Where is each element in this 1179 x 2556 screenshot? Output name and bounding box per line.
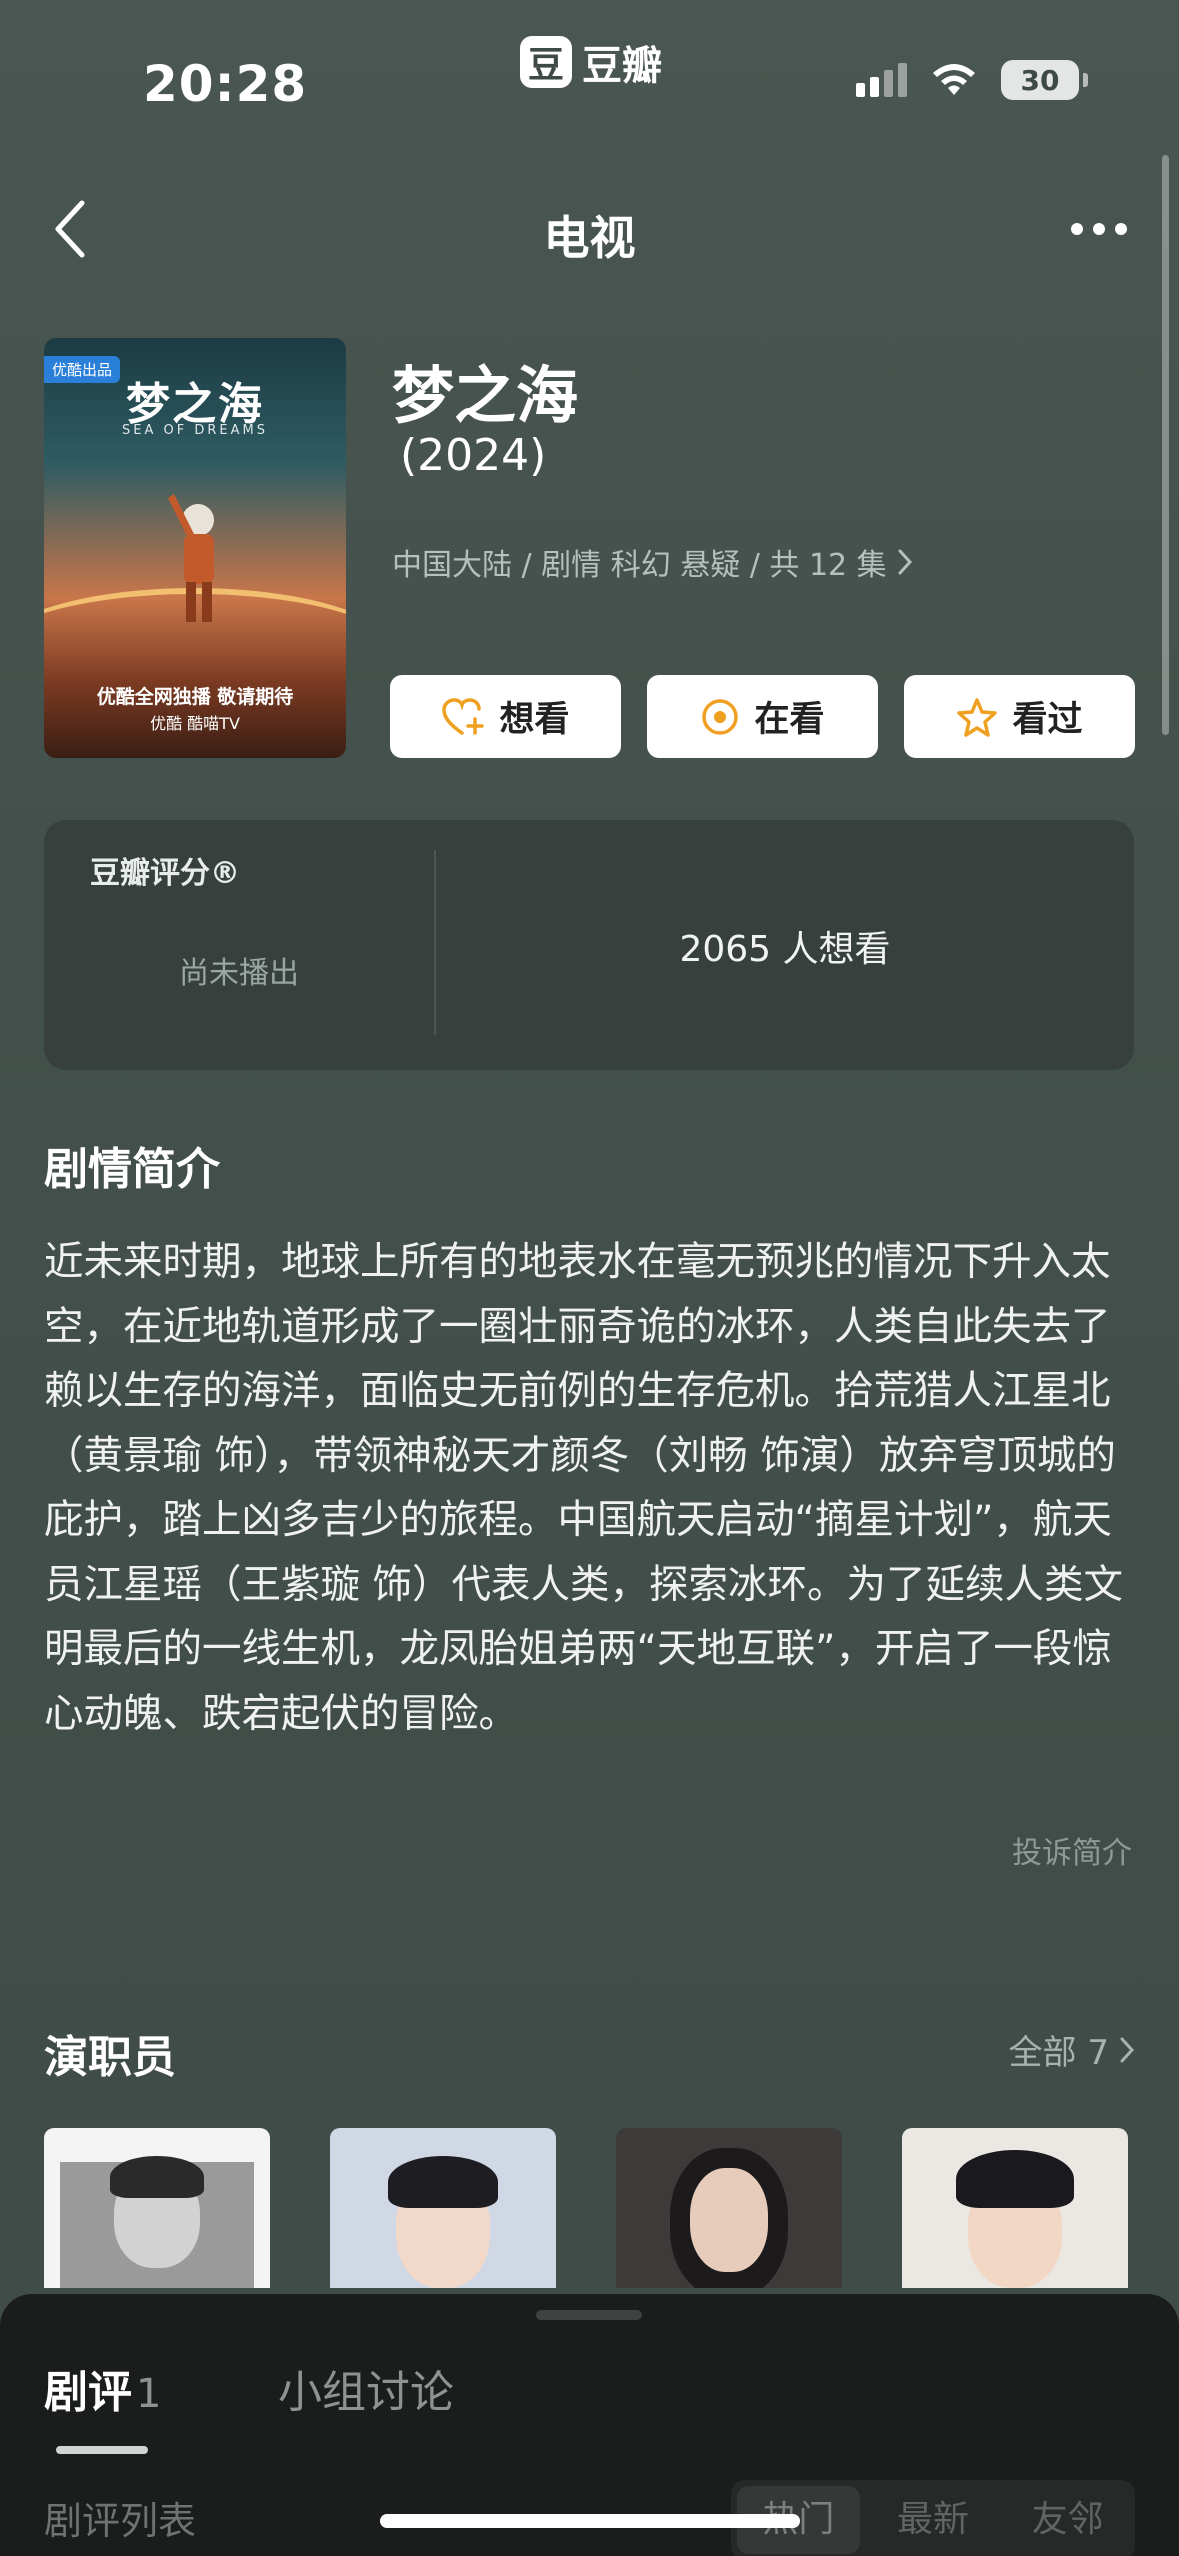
watched-button[interactable]: 看过 xyxy=(904,675,1135,758)
watched-label: 看过 xyxy=(1012,700,1083,740)
cast-photo[interactable] xyxy=(44,2128,270,2288)
cast-all-label: 全部 7 xyxy=(1008,2033,1109,2073)
wifi-icon xyxy=(933,64,975,95)
tab-reviews-count: 1 xyxy=(136,2371,162,2417)
show-meta-text: 中国大陆 / 剧情 科幻 悬疑 / 共 12 集 xyxy=(392,548,887,583)
tab-group-discussion[interactable]: 小组讨论 xyxy=(278,2356,454,2420)
chevron-right-icon xyxy=(1120,2037,1135,2062)
more-dot-icon xyxy=(1071,223,1083,235)
synopsis-title: 剧情简介 xyxy=(44,1144,220,1195)
watching-label: 在看 xyxy=(754,700,825,740)
sort-latest[interactable]: 最新 xyxy=(872,2486,995,2554)
sort-friends[interactable]: 友邻 xyxy=(1006,2486,1129,2554)
brand[interactable]: 豆 豆瓣 xyxy=(520,34,662,90)
tab-reviews[interactable]: 剧评 1 xyxy=(44,2356,161,2420)
page-title: 电视 xyxy=(543,211,636,265)
battery-icon: 30 xyxy=(1001,60,1088,100)
watching-button[interactable]: 在看 xyxy=(647,675,878,758)
page: 20:28 豆 豆瓣 30 电视 优酷出品 梦之海 SEA OF DREAMS … xyxy=(0,0,1179,2556)
show-meta[interactable]: 中国大陆 / 剧情 科幻 悬疑 / 共 12 集 xyxy=(392,540,913,584)
status-bar: 20:28 豆 豆瓣 30 xyxy=(0,0,1179,150)
brand-name: 豆瓣 xyxy=(582,43,662,89)
cast-title: 演职员 xyxy=(44,2032,176,2083)
status-icons: 30 xyxy=(856,60,1088,100)
more-button[interactable] xyxy=(1059,194,1139,264)
more-dot-icon xyxy=(1115,223,1127,235)
synopsis-text: 近未来时期，地球上所有的地表水在毫无预兆的情况下升入太空，在近地轨道形成了一圈壮… xyxy=(44,1239,1124,1737)
nav-bar: 电视 xyxy=(0,180,1179,280)
report-synopsis-link[interactable]: 投诉简介 xyxy=(1012,1828,1132,1872)
tab-indicator xyxy=(56,2446,148,2454)
target-icon xyxy=(702,698,739,735)
review-list-label: 剧评列表 xyxy=(44,2499,197,2543)
poster-image[interactable]: 优酷出品 梦之海 SEA OF DREAMS 优酷全网独播 敬请期待 优酷 酷喵… xyxy=(44,338,346,758)
cast-photo[interactable] xyxy=(616,2128,842,2288)
cast-photo[interactable] xyxy=(902,2128,1128,2288)
cast-photo[interactable] xyxy=(330,2128,556,2288)
cast-all-link[interactable]: 全部 7 xyxy=(1009,2025,1135,2074)
rating-label: 豆瓣评分® xyxy=(90,856,240,891)
poster-tagline: 优酷全网独播 敬请期待 xyxy=(96,686,294,708)
rating-status: 尚未播出 xyxy=(179,956,299,991)
poster-platforms: 优酷 酷喵TV xyxy=(150,714,240,733)
astronaut-figure xyxy=(168,494,214,622)
star-icon xyxy=(957,697,998,737)
want-to-watch-button[interactable]: 想看 xyxy=(390,675,621,758)
tab-reviews-label: 剧评 xyxy=(44,2367,132,2418)
douban-logo-icon: 豆 xyxy=(520,36,572,88)
want-label: 想看 xyxy=(499,700,570,740)
rating-card[interactable]: 豆瓣评分® 尚未播出 2065 人想看 xyxy=(44,820,1134,1070)
sheet-grabber[interactable] xyxy=(536,2310,642,2320)
show-title: 梦之海 xyxy=(392,359,579,432)
heart-plus-icon xyxy=(442,697,485,735)
status-time: 20:28 xyxy=(143,55,308,113)
show-year: (2024) xyxy=(400,430,547,481)
action-buttons: 想看 在看 看过 xyxy=(390,675,1135,758)
chevron-right-icon xyxy=(898,549,912,575)
poster-subtitle: SEA OF DREAMS xyxy=(122,423,268,438)
more-dot-icon xyxy=(1093,223,1105,235)
want-count: 2065 人想看 xyxy=(679,929,891,970)
home-indicator[interactable] xyxy=(380,2514,800,2528)
cellular-signal-icon xyxy=(856,63,907,97)
cast-list xyxy=(44,2128,1128,2288)
